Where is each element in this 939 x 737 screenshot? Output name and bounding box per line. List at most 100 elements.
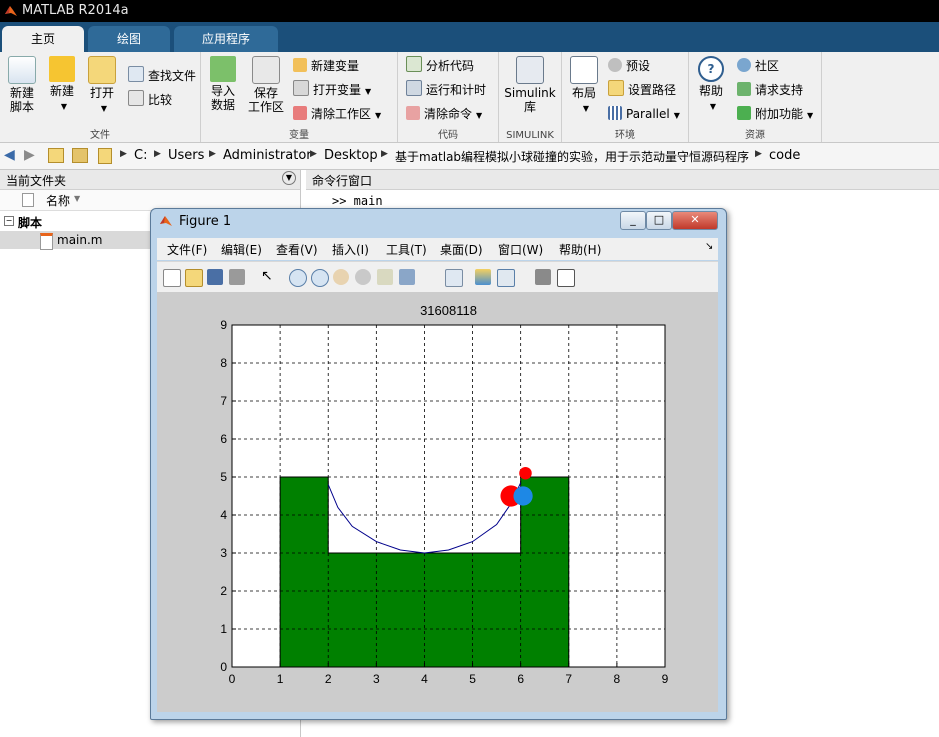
collapse-icon[interactable]: − [4,216,14,226]
print-icon[interactable] [229,269,245,285]
link-plot-icon[interactable] [445,269,463,287]
crumb-administrator[interactable]: Administrator [223,148,312,163]
community-button[interactable]: 社区 [737,56,779,76]
crumb-drive[interactable]: C: [134,148,147,163]
group-label-file: 文件 [90,130,110,141]
folder-icon [88,56,116,84]
tab-plots[interactable]: 绘图 [88,26,170,52]
chart-title: 31608118 [420,303,477,318]
layout-button[interactable]: 布局 ▼ [566,56,602,116]
request-support-button[interactable]: 请求支持 [737,80,803,100]
menu-file[interactable]: 文件(F) [167,241,207,258]
crumb-separator: ▶ [755,149,762,159]
panel-menu-icon[interactable]: ▼ [282,171,296,185]
y-tick-label: 8 [220,356,227,370]
tab-home[interactable]: 主页 [2,26,84,52]
crumb-separator: ▶ [120,149,127,159]
open-file-icon[interactable] [185,269,203,287]
y-tick-label: 5 [220,470,227,484]
column-name[interactable]: 名称 [46,192,70,209]
find-files-button[interactable]: 查找文件 [128,66,196,86]
dock-icon[interactable]: ↘ [705,241,713,252]
ribbon-group-code: 分析代码 运行和计时 清除命令 ▼ 代码 [398,52,499,142]
new-variable-button[interactable]: 新建变量 [293,56,359,76]
save-workspace-button[interactable]: 保存 工作区 [245,56,287,114]
import-data-button[interactable]: 导入 数据 [207,56,239,112]
save-workspace-icon [252,56,280,84]
run-and-time-button[interactable]: 运行和计时 [406,80,486,100]
up-folder-icon[interactable] [48,148,64,163]
hide-plot-tools-icon[interactable] [535,269,551,285]
forward-icon[interactable]: ▶ [24,147,35,163]
matlab-logo-icon [5,6,17,16]
menu-desktop[interactable]: 桌面(D) [440,241,483,258]
eraser-icon [406,106,420,120]
help-button[interactable]: ? 帮助 ▼ [693,56,729,114]
current-folder-title: 当前文件夹 [6,174,67,188]
set-path-button[interactable]: 设置路径 [608,80,676,100]
crumb-code[interactable]: code [769,148,800,163]
crumb-separator: ▶ [381,149,388,159]
pointer-icon[interactable]: ↖ [261,269,277,285]
clear-workspace-button[interactable]: 清除工作区 ▼ [293,104,381,124]
add-ons-button[interactable]: 附加功能 ▼ [737,104,813,124]
menu-tools[interactable]: 工具(T) [386,241,427,258]
pan-icon[interactable] [333,269,349,285]
menu-edit[interactable]: 编辑(E) [221,241,262,258]
new-figure-icon[interactable] [163,269,181,287]
analyze-code-button[interactable]: 分析代码 [406,56,474,76]
parallel-button[interactable]: Parallel ▼ [608,104,680,124]
figure-canvas: 0 1 2 3 4 5 6 7 8 9 0 1 2 3 4 5 6 7 8 9 31608118 [157,292,718,712]
data-cursor-icon[interactable] [377,269,393,285]
tab-apps[interactable]: 应用程序 [174,26,278,52]
parallel-icon [608,106,622,120]
browse-folder-icon[interactable] [72,148,88,163]
new-script-button[interactable]: 新建 脚本 [6,56,38,114]
colorbar-icon[interactable] [475,269,491,285]
x-tick-label: 7 [565,672,572,686]
maximize-button[interactable]: □ [646,211,672,230]
app-title: MATLAB R2014a [22,3,129,18]
show-plot-tools-icon[interactable] [557,269,575,287]
legend-icon[interactable] [497,269,515,287]
import-icon [210,56,236,82]
crumb-project-folder[interactable]: 基于matlab编程模拟小球碰撞的实验，用于示范动量守恒源码程序 [395,148,749,165]
app-title-bar: MATLAB R2014a [0,0,939,22]
matlab-logo-icon [160,216,172,226]
file-type-icon [22,193,34,207]
clear-commands-button[interactable]: 清除命令 ▼ [406,104,482,124]
menu-insert[interactable]: 插入(I) [332,241,369,258]
new-button[interactable]: 新建 ▼ [46,56,78,114]
save-icon[interactable] [207,269,223,285]
open-button[interactable]: 打开 ▼ [86,56,118,116]
y-tick-label: 1 [220,622,227,636]
open-variable-button[interactable]: 打开变量 ▼ [293,80,371,100]
command-line[interactable]: >> main [332,194,383,208]
close-button[interactable]: ✕ [672,211,718,230]
y-tick-label: 6 [220,432,227,446]
rotate-icon[interactable] [355,269,371,285]
simulink-library-button[interactable]: Simulink 库 [503,56,557,114]
sort-icon[interactable]: ▼ [74,194,80,203]
zoom-out-icon[interactable] [311,269,329,287]
ribbon-group-environment: 布局 ▼ 预设 设置路径 Parallel ▼ 环境 [562,52,689,142]
analyze-icon [406,56,422,72]
current-folder-header: 当前文件夹 ▼ [0,170,300,190]
plot-svg: 0 1 2 3 4 5 6 7 8 9 0 1 2 3 4 5 6 7 8 9 31608118 [220,303,668,686]
stopwatch-icon [406,80,422,96]
menu-view[interactable]: 查看(V) [276,241,318,258]
menu-window[interactable]: 窗口(W) [498,241,543,258]
menu-help[interactable]: 帮助(H) [559,241,601,258]
compare-button[interactable]: 比较 [128,90,172,110]
minimize-button[interactable]: _ [620,211,646,230]
preferences-button[interactable]: 预设 [608,56,650,76]
brush-icon[interactable] [399,269,415,285]
x-tick-label: 6 [517,672,524,686]
ribbon: 新建 脚本 新建 ▼ 打开 ▼ 查找文件 比较 文件 导入 数据 保存 工作区 新建变量 [0,52,939,143]
figure-window: Figure 1 _ □ ✕ 文件(F) 编辑(E) 查看(V) 插入(I) 工… [150,208,727,720]
zoom-in-icon[interactable] [289,269,307,287]
back-icon[interactable]: ◀ [4,147,15,163]
crumb-desktop[interactable]: Desktop [324,148,378,163]
crumb-users[interactable]: Users [168,148,204,163]
ribbon-group-simulink: Simulink 库 SIMULINK [499,52,562,142]
